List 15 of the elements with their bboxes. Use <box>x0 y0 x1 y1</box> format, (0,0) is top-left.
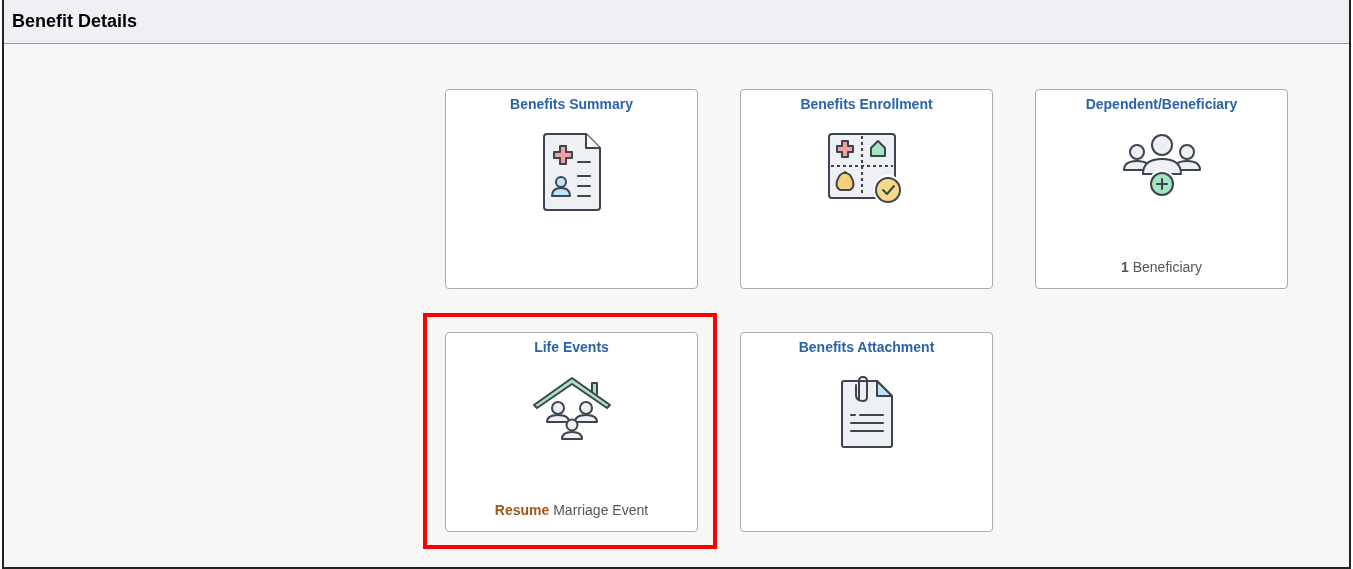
tile-title: Life Events <box>534 340 609 356</box>
tile-status: 1 Beneficiary <box>1121 258 1202 277</box>
tile-title: Benefits Summary <box>510 97 633 113</box>
tile[interactable]: Benefits Summary <box>445 89 698 289</box>
tile[interactable]: Life Events Resume Marriage Event <box>445 332 698 532</box>
document-icon <box>540 132 603 213</box>
tile-status: Resume Marriage Event <box>494 501 649 520</box>
tile-title: Dependent/Beneficiary <box>1085 97 1238 113</box>
page-title: Benefit Details <box>12 10 138 33</box>
paperclip-document-icon <box>838 375 895 450</box>
tile[interactable]: Dependent/Beneficiary 1 Beneficiary <box>1035 89 1288 289</box>
tile[interactable]: Benefits Enrollment <box>740 89 993 289</box>
tile-title: Benefits Enrollment <box>800 97 933 113</box>
tile-title: Benefits Attachment <box>798 340 935 356</box>
tile[interactable]: Benefits Attachment <box>740 332 993 532</box>
